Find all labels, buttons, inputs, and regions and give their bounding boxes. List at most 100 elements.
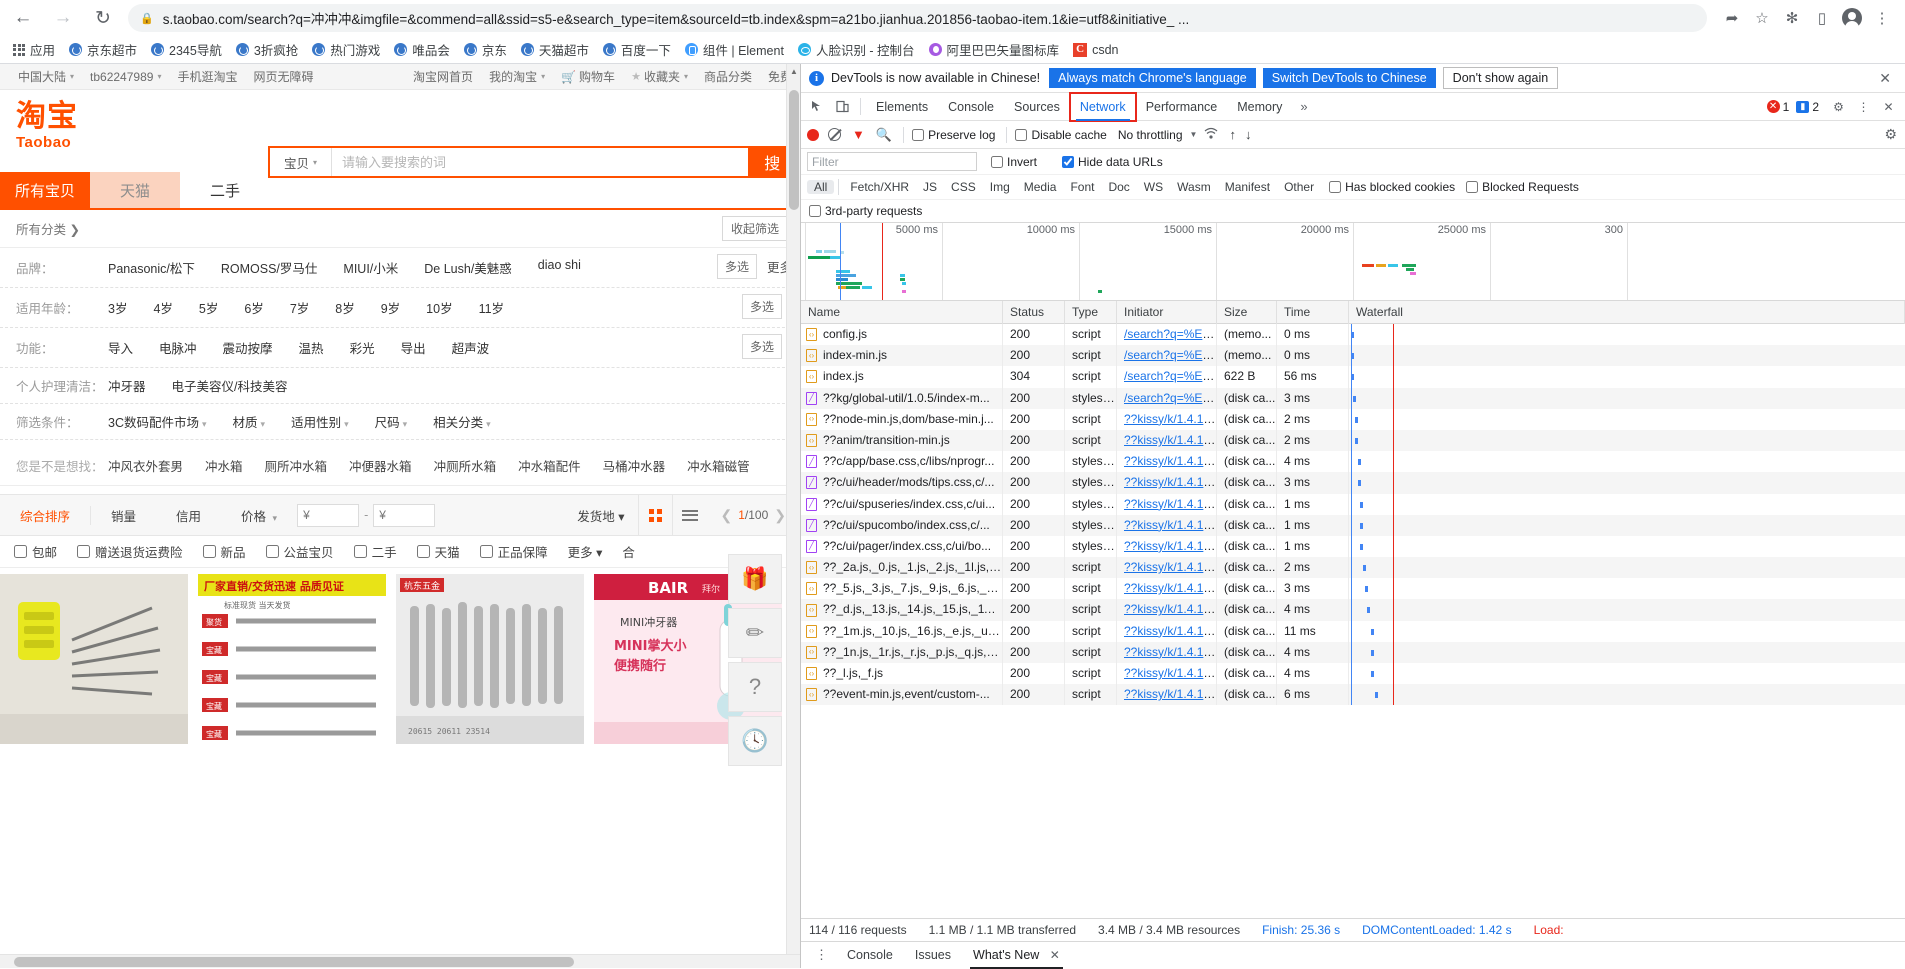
gear-icon[interactable]: ⚙ xyxy=(1826,94,1851,120)
table-row[interactable]: ‹› ??_l.js,_f.js 200 script ??kissy/k/1.4.16… xyxy=(801,663,1905,685)
cell-name[interactable]: ‹› ??node-min.js,dom/base-min.j... xyxy=(801,408,1003,430)
filter-value[interactable]: 温热 xyxy=(299,338,324,357)
multi-select-button[interactable]: 多选 xyxy=(741,334,782,359)
checkbox-return-insurance[interactable]: 赠送退货运费险 xyxy=(77,542,183,561)
three-dot-menu-icon[interactable]: ⋮ xyxy=(1851,94,1876,120)
cell-name[interactable]: ╱ ??c/ui/pager/index.css,c/ui/bo... xyxy=(801,535,1003,558)
initiator-link[interactable]: /search?q=%E5... xyxy=(1124,391,1216,405)
topbar-mobile-taobao[interactable]: 手机逛淘宝 xyxy=(169,68,245,85)
cell-initiator[interactable]: ??kissy/k/1.4.16... xyxy=(1117,641,1217,663)
condition-dropdown[interactable]: 相关分类 ▾ xyxy=(433,412,491,431)
reload-icon[interactable]: ↻ xyxy=(86,1,120,35)
cell-name[interactable]: ‹› index-min.js xyxy=(801,345,1003,367)
cell-initiator[interactable]: ??kissy/k/1.4.15... xyxy=(1117,451,1217,473)
checkbox-tmall[interactable]: 天猫 xyxy=(416,542,460,561)
page-vertical-scrollbar[interactable]: ▲ ▼ xyxy=(786,64,800,968)
product-card[interactable]: 杭东五金 20615 20611 23514 xyxy=(396,574,584,744)
type-filter-all[interactable]: All xyxy=(807,180,835,194)
checkbox-input[interactable] xyxy=(77,545,91,558)
cell-name[interactable]: ‹› ??_1n.js,_1r.js,_r.js,_p.js,_q.js,_t.j… xyxy=(801,641,1003,663)
cell-name[interactable]: ‹› ??event-min.js,event/custom-... xyxy=(801,684,1003,706)
filter-value[interactable]: 6岁 xyxy=(244,298,263,317)
checkbox-input[interactable] xyxy=(416,545,430,558)
filter-value[interactable]: diao shi xyxy=(538,258,581,277)
product-card[interactable]: 厂家直销/交货迅速 品质见证 标准现货 当天发货 聚货 宝藏 宝藏 宝藏 宝藏 xyxy=(198,574,386,744)
checkbox-authentic[interactable]: 正品保障 xyxy=(479,542,548,561)
initiator-link[interactable]: ??kissy/k/1.4.16... xyxy=(1124,433,1216,447)
search-scope-select[interactable]: 宝贝 ▾ xyxy=(270,148,332,176)
collapse-filter-button[interactable]: 收起筛选 xyxy=(721,216,788,241)
initiator-link[interactable]: /search?q=%E5... xyxy=(1124,369,1216,383)
funnel-filter-icon[interactable]: ▼ xyxy=(852,127,865,142)
initiator-link[interactable]: ??kissy/k/1.4.16... xyxy=(1124,560,1216,574)
initiator-link[interactable]: /search?q=%E5... xyxy=(1124,348,1216,362)
checkbox-input[interactable] xyxy=(809,205,821,217)
initiator-link[interactable]: ??kissy/k/1.4.15... xyxy=(1124,539,1216,553)
network-overview-timeline[interactable]: 5000 ms 10000 ms 15000 ms 20000 ms 25000… xyxy=(801,223,1905,301)
sort-sales[interactable]: 销量 xyxy=(91,506,156,525)
cell-initiator[interactable]: ??kissy/k/1.4.16... xyxy=(1117,599,1217,621)
record-stop-icon[interactable] xyxy=(807,128,819,141)
topbar-taobao-home[interactable]: 淘宝网首页 xyxy=(405,68,481,85)
topbar-accessibility[interactable]: 网页无障碍 xyxy=(245,68,321,85)
filter-value[interactable]: 4岁 xyxy=(153,298,172,317)
three-dot-menu-icon[interactable]: ⋮ xyxy=(807,947,836,963)
checkbox-input[interactable] xyxy=(265,545,279,558)
checkbox-input[interactable] xyxy=(202,545,216,558)
cell-name[interactable]: ╱ ??c/ui/header/mods/tips.css,c/... xyxy=(801,472,1003,494)
error-count-badge[interactable]: ✕ 1 xyxy=(1766,100,1789,114)
tab-all-items[interactable]: 所有宝贝 xyxy=(0,172,90,208)
filter-value[interactable]: 9岁 xyxy=(381,298,400,317)
topbar-username[interactable]: tb62247989 ▾ xyxy=(82,70,169,84)
suggestion-item[interactable]: 冲厕所水箱 xyxy=(434,456,497,475)
address-bar[interactable]: 🔒 s.taobao.com/search?q=冲冲冲&imgfile=&com… xyxy=(128,4,1707,32)
checkbox-new[interactable]: 新品 xyxy=(202,542,246,561)
table-row[interactable]: ‹› ??_d.js,_13.js,_14.js,_15.js,_11.js,..… xyxy=(801,599,1905,621)
page-horizontal-scrollbar[interactable] xyxy=(0,954,800,968)
cell-initiator[interactable]: ??kissy/k/1.4.16... xyxy=(1117,620,1217,642)
filter-value[interactable]: 超声波 xyxy=(452,338,490,357)
initiator-link[interactable]: ??kissy/k/1.4.15... xyxy=(1124,454,1216,468)
topbar-favorites[interactable]: ★ 收藏夹 ▾ xyxy=(623,68,696,85)
table-row[interactable]: ‹› ??_1n.js,_1r.js,_r.js,_p.js,_q.js,_t.j… xyxy=(801,641,1905,663)
invert-checkbox[interactable]: Invert xyxy=(991,155,1037,169)
bookmark-csdn[interactable]: C csdn xyxy=(1066,38,1125,62)
cell-initiator[interactable]: ??kissy/k/1.4.16... xyxy=(1117,429,1217,452)
table-row[interactable]: ╱ ??kg/global-util/1.0.5/index-m... 200 sty… xyxy=(801,387,1905,409)
condition-dropdown[interactable]: 材质 ▾ xyxy=(233,412,266,431)
tab-elements[interactable]: Elements xyxy=(866,93,938,121)
initiator-link[interactable]: ??kissy/k/1.4.15... xyxy=(1124,497,1216,511)
topbar-cart[interactable]: 🛒 购物车 xyxy=(553,68,623,85)
filter-value[interactable]: 冲牙器 xyxy=(108,376,146,395)
checkbox-input[interactable] xyxy=(1466,181,1479,193)
bookmark-vip[interactable]: 唯品会 xyxy=(387,38,457,62)
cell-name[interactable]: ╱ ??c/ui/spuseries/index.css,c/ui... xyxy=(801,493,1003,515)
filter-value[interactable]: 3岁 xyxy=(108,298,127,317)
bookmark-face-recognition[interactable]: 人脸识别 - 控制台 xyxy=(791,38,922,62)
list-view-icon[interactable] xyxy=(672,494,706,536)
bookmark-games[interactable]: 热门游戏 xyxy=(305,38,387,62)
filter-value[interactable]: 7岁 xyxy=(290,298,309,317)
cell-initiator[interactable]: /search?q=%E5... xyxy=(1117,345,1217,367)
clock-icon[interactable]: 🕓 xyxy=(728,716,782,766)
table-row[interactable]: ‹› ??anim/transition-min.js 200 script ??kis… xyxy=(801,429,1905,452)
scroll-up-arrow-icon[interactable]: ▲ xyxy=(787,64,801,78)
sort-credit[interactable]: 信用 xyxy=(156,506,221,525)
price-min-input[interactable] xyxy=(297,503,360,527)
filter-value[interactable]: MIUI/小米 xyxy=(343,258,398,277)
tab-tmall[interactable]: 天猫 xyxy=(90,172,180,208)
type-filter-media[interactable]: Media xyxy=(1017,180,1064,194)
suggestion-item[interactable]: 冲风衣外套男 xyxy=(108,456,183,475)
checkbox-input[interactable] xyxy=(479,545,493,558)
cell-initiator[interactable]: ??kissy/k/1.4.16... xyxy=(1117,408,1217,430)
topbar-region[interactable]: 中国大陆 ▾ xyxy=(10,68,82,85)
cell-name[interactable]: ‹› ??_2a.js,_0.js,_1.js,_2.js,_1l.js,_1e.… xyxy=(801,557,1003,579)
column-header-status[interactable]: Status xyxy=(1003,300,1065,324)
filter-value[interactable]: 震动按摩 xyxy=(223,338,273,357)
preserve-log-checkbox[interactable]: Preserve log xyxy=(912,128,995,142)
table-row[interactable]: ‹› index.js 304 script/search?q=%E5... 622 B… xyxy=(801,366,1905,388)
filter-value[interactable]: 11岁 xyxy=(479,298,504,317)
filter-value[interactable]: 电脉冲 xyxy=(159,338,197,357)
type-filter-img[interactable]: Img xyxy=(983,180,1017,194)
condition-dropdown[interactable]: 适用性别 ▾ xyxy=(291,412,349,431)
